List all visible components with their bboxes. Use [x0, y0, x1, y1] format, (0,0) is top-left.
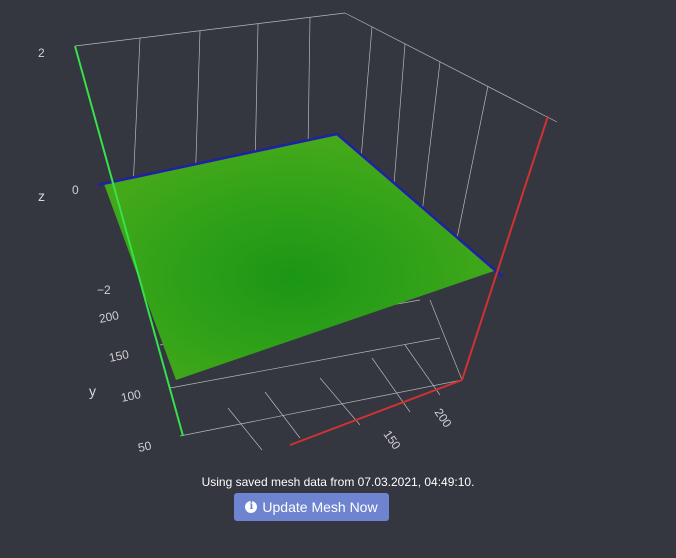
- mesh-viewer: 2 0 −2 z 200 150 100 50 y 200 150 Using …: [0, 0, 676, 558]
- y-axis-title: y: [89, 383, 96, 399]
- z-tick-label: 2: [38, 46, 45, 60]
- update-mesh-button[interactable]: i Update Mesh Now: [234, 493, 389, 521]
- y-tick-label: 100: [120, 387, 143, 405]
- info-circle-icon: i: [245, 501, 258, 513]
- y-tick-label: 50: [137, 438, 153, 455]
- z-tick-label: −2: [97, 283, 111, 297]
- update-mesh-button-label: Update Mesh Now: [262, 499, 378, 515]
- mesh-3d-plot[interactable]: 2 0 −2 z 200 150 100 50 y 200 150: [0, 0, 676, 470]
- z-tick-label: 0: [72, 183, 79, 197]
- mesh-status-text: Using saved mesh data from 07.03.2021, 0…: [201, 475, 475, 489]
- y-tick-label: 200: [98, 308, 121, 326]
- z-axis-title: z: [38, 188, 45, 204]
- y-tick-label: 150: [108, 347, 131, 365]
- x-tick-label: 150: [381, 428, 404, 453]
- x-tick-label: 200: [432, 406, 455, 431]
